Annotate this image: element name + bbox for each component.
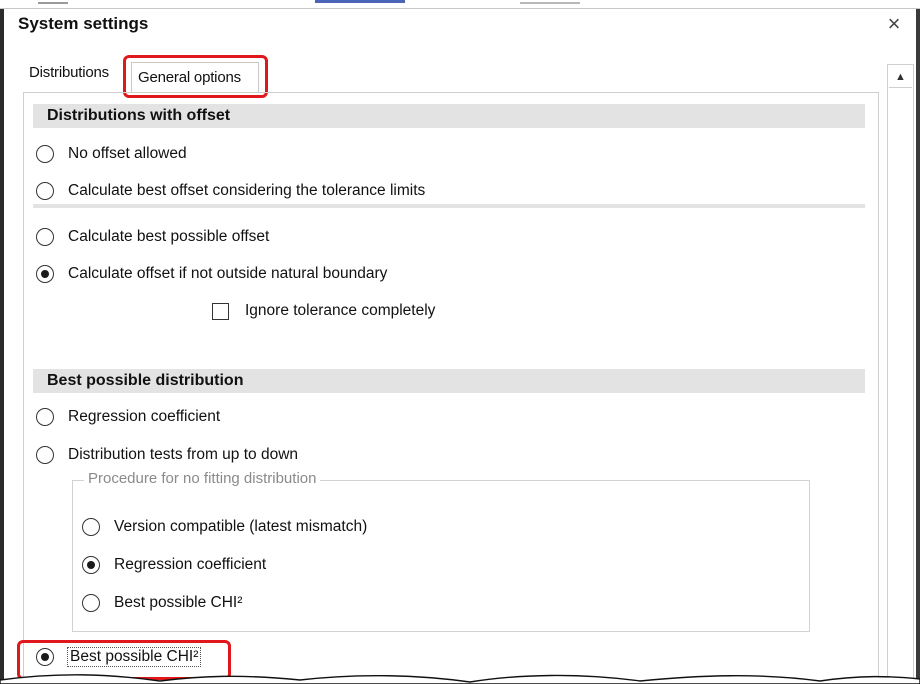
radio-no-offset[interactable]: No offset allowed bbox=[36, 145, 187, 163]
radio-group-regression-coefficient[interactable]: Regression coefficient bbox=[82, 556, 266, 574]
radio-distribution-tests[interactable]: Distribution tests from up to down bbox=[36, 446, 298, 464]
groupbox-label: Procedure for no fitting distribution bbox=[84, 470, 321, 487]
radio-regression-coefficient[interactable]: Regression coefficient bbox=[36, 408, 220, 426]
close-button[interactable]: × bbox=[883, 11, 905, 36]
radio-best-possible-offset[interactable]: Calculate best possible offset bbox=[36, 228, 269, 246]
radio-group-best-chi2[interactable]: Best possible CHI² bbox=[82, 594, 242, 612]
radio-button-checked[interactable] bbox=[36, 265, 54, 283]
radio-label: Best possible CHI² bbox=[114, 594, 243, 611]
checkbox-ignore-tolerance[interactable]: Ignore tolerance completely bbox=[212, 302, 435, 320]
radio-label: Distribution tests from up to down bbox=[68, 446, 299, 463]
radio-label: Regression coefficient bbox=[68, 408, 221, 425]
radio-version-compatible[interactable]: Version compatible (latest mismatch) bbox=[82, 518, 367, 536]
radio-button[interactable] bbox=[36, 228, 54, 246]
radio-button[interactable] bbox=[82, 594, 100, 612]
vertical-scrollbar[interactable] bbox=[887, 64, 914, 684]
section-header-best-distribution: Best possible distribution bbox=[33, 369, 865, 393]
radio-button[interactable] bbox=[36, 446, 54, 464]
radio-best-offset-tolerance[interactable]: Calculate best offset considering the to… bbox=[36, 182, 425, 200]
torn-edge-decoration bbox=[0, 674, 920, 684]
radio-offset-natural-boundary[interactable]: Calculate offset if not outside natural … bbox=[36, 265, 387, 283]
close-icon: × bbox=[887, 11, 901, 36]
radio-button[interactable] bbox=[36, 408, 54, 426]
radio-button[interactable] bbox=[36, 182, 54, 200]
section-header-offset: Distributions with offset bbox=[33, 104, 865, 128]
radio-label: Regression coefficient bbox=[114, 556, 267, 573]
tab-distributions[interactable]: Distributions bbox=[29, 64, 109, 81]
checkbox[interactable] bbox=[212, 302, 229, 320]
radio-label: Calculate offset if not outside natural … bbox=[68, 265, 388, 282]
radio-label: No offset allowed bbox=[68, 145, 187, 162]
radio-label: Calculate best possible offset bbox=[68, 228, 270, 245]
triangle-up-icon: ▲ bbox=[895, 71, 906, 83]
scroll-up-button[interactable]: ▲ bbox=[889, 66, 912, 88]
section-divider bbox=[33, 204, 865, 208]
radio-button[interactable] bbox=[36, 145, 54, 163]
radio-label: Version compatible (latest mismatch) bbox=[114, 518, 368, 535]
dialog-title: System settings bbox=[18, 14, 149, 33]
checkbox-label: Ignore tolerance completely bbox=[245, 302, 436, 319]
radio-label: Calculate best offset considering the to… bbox=[68, 182, 426, 199]
radio-button-checked[interactable] bbox=[82, 556, 100, 574]
window-frame-right bbox=[916, 9, 920, 684]
radio-button[interactable] bbox=[82, 518, 100, 536]
